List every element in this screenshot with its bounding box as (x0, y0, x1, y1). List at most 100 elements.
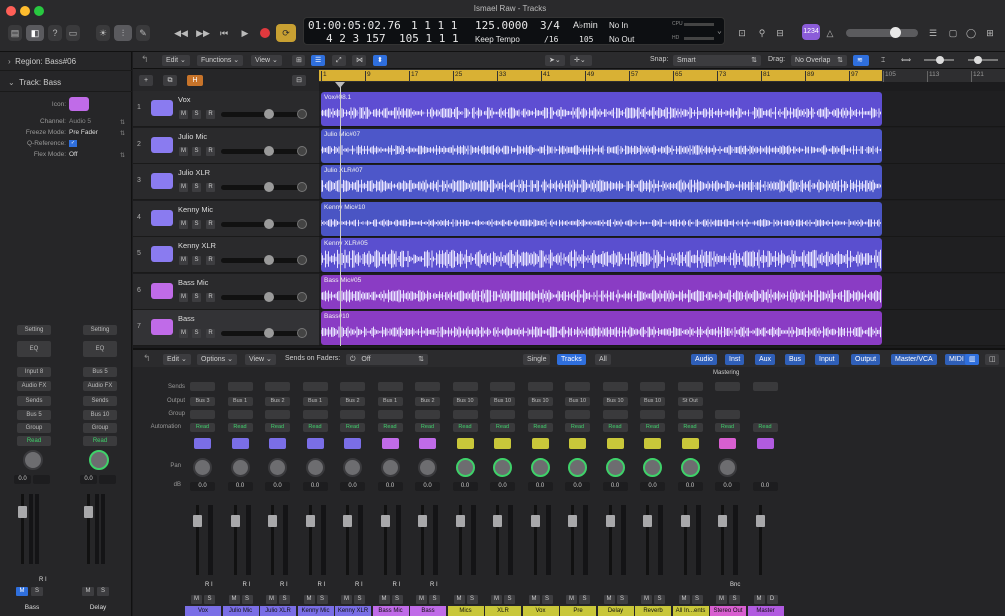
mute-button[interactable]: M (341, 595, 352, 604)
mute-button[interactable]: M (228, 595, 240, 604)
automation-mode[interactable]: Read (452, 423, 478, 432)
solo-button[interactable]: S (192, 292, 201, 302)
mute-button[interactable]: M (303, 595, 315, 604)
volume-fader[interactable] (230, 515, 240, 527)
sends-slot[interactable] (377, 382, 403, 391)
track-volume-slider[interactable] (221, 294, 301, 300)
horizontal-zoom-knob[interactable] (974, 56, 982, 64)
track-pan-knob[interactable] (297, 328, 307, 338)
track-icon[interactable] (151, 209, 173, 226)
audio-region[interactable]: Kenny Mic#10 (321, 201, 882, 236)
functions-menu[interactable]: Functions ⌄ (197, 55, 244, 66)
tuner-icon[interactable]: ⚲ (755, 25, 769, 41)
smart-controls-icon[interactable]: ☀ (96, 25, 110, 41)
sends-slot[interactable] (640, 382, 665, 391)
record-enable-button[interactable]: R (206, 146, 215, 156)
pan-knob[interactable] (305, 458, 325, 477)
zoom-window-button[interactable] (34, 6, 44, 16)
output-slot[interactable]: Bus 10 (602, 397, 628, 406)
volume-fader[interactable] (193, 515, 202, 527)
q-reference-checkbox[interactable]: ✓ (69, 140, 77, 147)
track-pan-knob[interactable] (297, 218, 307, 229)
sends-slot[interactable] (227, 382, 253, 391)
audio-region[interactable]: Vox#08.1 (321, 92, 882, 126)
sends-slot[interactable] (752, 382, 778, 391)
track-icon[interactable] (194, 438, 211, 449)
automation-mode[interactable]: Read (302, 423, 328, 432)
track-pan-knob[interactable] (297, 145, 307, 156)
waveform-zoom-icon[interactable]: ≋ (853, 55, 869, 66)
track-name[interactable]: Bass Mic (178, 278, 208, 287)
track-volume-knob[interactable] (264, 255, 274, 265)
track-pan-knob[interactable] (297, 291, 307, 302)
mute-button[interactable]: M (753, 595, 765, 604)
volume-fader[interactable] (755, 515, 765, 527)
track-header[interactable]: 1 Vox M S R (133, 91, 319, 127)
param-value[interactable]: Off (69, 151, 78, 158)
solo-button[interactable]: S (31, 587, 43, 596)
group-slot[interactable] (527, 410, 553, 419)
audio-region[interactable]: Julio XLR#07 (321, 165, 882, 199)
solo-button[interactable]: S (729, 595, 740, 604)
group-slot[interactable] (602, 410, 628, 419)
automation-mode[interactable]: Read (83, 436, 117, 446)
track-icon[interactable] (381, 438, 399, 449)
output-slot[interactable]: Bus 2 (415, 397, 440, 406)
track-name[interactable]: Kenny XLR (178, 241, 216, 250)
solo-button[interactable]: S (654, 595, 665, 604)
track-header[interactable]: 4 Kenny Mic M S R (133, 200, 319, 237)
sends-on-faders-dropdown[interactable]: ⏻ Off ⇅ (346, 354, 428, 365)
mixer-view-menu[interactable]: View ⌄ (245, 354, 276, 365)
pan-knob[interactable] (89, 450, 109, 470)
master-volume-slider[interactable] (846, 29, 918, 37)
solo-button[interactable]: S (391, 595, 403, 604)
input-monitor-buttons[interactable]: R I (355, 582, 363, 588)
track-icon[interactable] (756, 438, 774, 449)
track-pan-knob[interactable] (297, 182, 307, 192)
audio-fx-slot[interactable]: Audio FX (83, 381, 117, 391)
minimize-window-button[interactable] (20, 6, 30, 16)
view-menu[interactable]: View ⌄ (251, 55, 282, 66)
group-slot[interactable] (340, 410, 365, 419)
track-volume-knob[interactable] (264, 291, 274, 302)
tab-single[interactable]: Single (523, 354, 551, 365)
output-slot[interactable]: Bus 5 (17, 410, 51, 420)
group-slot[interactable] (640, 410, 665, 419)
close-window-button[interactable] (6, 6, 16, 16)
volume-fader[interactable] (718, 515, 727, 527)
mute-button[interactable]: M (16, 587, 28, 596)
group-slot[interactable] (565, 410, 590, 419)
param-value[interactable]: Pre Fader (69, 129, 98, 136)
snap-dropdown[interactable]: Smart ⇅ (673, 55, 761, 66)
automation-mode[interactable]: Read (752, 423, 778, 432)
track-icon[interactable] (419, 438, 436, 449)
group-slot[interactable] (677, 410, 703, 419)
setting-button[interactable]: Setting (83, 325, 117, 335)
track-icon[interactable] (151, 246, 173, 262)
setting-button[interactable]: Setting (17, 325, 51, 335)
solo-button[interactable]: S (192, 329, 201, 338)
filter-mastervca[interactable]: Master/VCA (891, 354, 937, 365)
output-slot[interactable]: Bus 3 (190, 397, 215, 406)
mute-button[interactable]: M (179, 110, 188, 119)
sends-slot[interactable] (340, 382, 365, 391)
solo-button[interactable]: S (466, 595, 478, 604)
automation-mode[interactable]: Read (227, 423, 253, 432)
output-slot[interactable]: Bus 10 (565, 397, 590, 406)
track-icon[interactable] (69, 97, 89, 111)
record-enable-button[interactable]: R (206, 183, 215, 192)
solo-button[interactable]: S (204, 595, 215, 604)
pan-knob[interactable] (23, 450, 43, 470)
track-pan-knob[interactable] (297, 109, 307, 119)
group-slot[interactable] (715, 410, 740, 419)
cycle-icon[interactable]: ⟳ (276, 24, 296, 42)
automation-mode[interactable]: Read (677, 423, 703, 432)
volume-fader[interactable] (605, 515, 615, 527)
volume-fader[interactable] (493, 515, 502, 527)
volume-fader[interactable] (643, 515, 652, 527)
sends-slot[interactable] (490, 382, 515, 391)
mute-button[interactable]: M (191, 595, 202, 604)
track-icon[interactable] (456, 438, 474, 449)
play-icon[interactable]: ▶ (237, 25, 253, 41)
pan-knob[interactable] (343, 458, 362, 477)
